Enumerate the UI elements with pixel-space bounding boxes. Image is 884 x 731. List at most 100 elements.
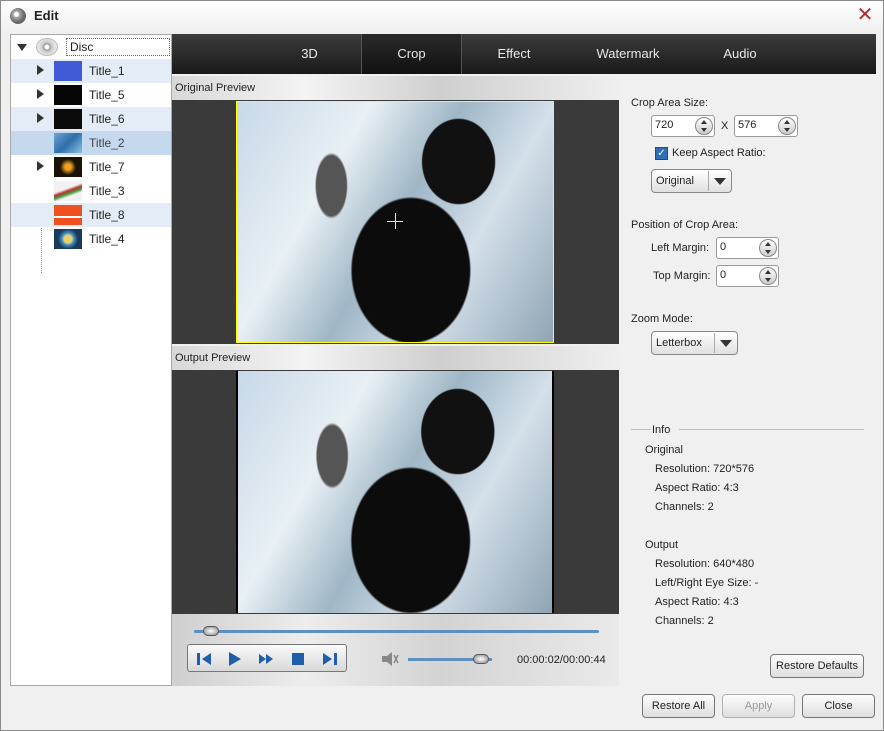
info-divider-right xyxy=(679,429,864,430)
aspect-ratio-select[interactable]: Original xyxy=(651,169,732,193)
restore-all-button[interactable]: Restore All xyxy=(642,694,715,718)
title-thumbnail xyxy=(54,109,82,129)
original-preview-header: Original Preview xyxy=(172,76,619,100)
tree-item-label: Title_6 xyxy=(89,112,125,126)
tab-crop[interactable]: Crop xyxy=(361,34,462,74)
restore-defaults-button[interactable]: Restore Defaults xyxy=(770,654,864,678)
tree-item-label: Title_1 xyxy=(89,64,125,78)
stepper-arrows-icon[interactable] xyxy=(759,239,777,257)
keep-aspect-label: Keep Aspect Ratio: xyxy=(672,147,766,159)
zoom-mode-label: Zoom Mode: xyxy=(631,313,693,325)
crop-width-stepper[interactable]: 720 xyxy=(651,115,715,137)
title-tree[interactable]: Disc Title_1 Title_5 Title_6 Title_2 Tit… xyxy=(10,34,172,686)
tab-effect[interactable]: Effect xyxy=(464,34,564,74)
info-output-eye-size: Left/Right Eye Size: - xyxy=(655,577,759,589)
title-bar: Edit ✕ xyxy=(1,1,883,31)
crop-settings-panel: Crop Area Size: 720 X 576 ✓ Keep Aspect … xyxy=(619,74,876,686)
info-divider-left xyxy=(631,429,651,430)
tree-item-label: Title_8 xyxy=(89,208,125,222)
tree-item-title-6[interactable]: Title_6 xyxy=(11,107,171,131)
info-original-resolution: Resolution: 720*576 xyxy=(655,463,755,475)
window-title: Edit xyxy=(34,8,59,23)
title-thumbnail xyxy=(54,205,82,225)
chevron-down-icon[interactable] xyxy=(714,333,736,353)
next-frame-icon[interactable] xyxy=(320,650,340,668)
disc-icon xyxy=(36,38,58,56)
tree-item-title-4[interactable]: Title_4 xyxy=(11,227,171,251)
title-thumbnail xyxy=(54,229,82,249)
crop-height-value: 576 xyxy=(738,119,757,131)
top-margin-label: Top Margin: xyxy=(653,270,711,282)
expand-arrow-icon[interactable] xyxy=(37,89,44,99)
previous-frame-icon[interactable] xyxy=(194,650,214,668)
stepper-arrows-icon[interactable] xyxy=(778,117,796,135)
tree-item-title-3[interactable]: Title_3 xyxy=(11,179,171,203)
expand-arrow-icon[interactable] xyxy=(37,161,44,171)
left-margin-stepper[interactable]: 0 xyxy=(716,237,779,259)
tree-root-disc[interactable]: Disc xyxy=(11,35,171,59)
info-output-title: Output xyxy=(645,539,679,551)
tree-item-title-5[interactable]: Title_5 xyxy=(11,83,171,107)
position-label: Position of Crop Area: xyxy=(631,219,739,231)
tree-root-label: Disc xyxy=(66,38,170,56)
volume-icon[interactable] xyxy=(380,650,400,668)
title-thumbnail xyxy=(54,157,82,177)
stop-icon[interactable] xyxy=(288,650,308,668)
output-preview xyxy=(172,370,619,614)
tab-3d[interactable]: 3D xyxy=(262,34,357,74)
stepper-arrows-icon[interactable] xyxy=(695,117,713,135)
playback-controls: 00:00:02/00:00:44 xyxy=(172,614,619,686)
keep-aspect-checkbox[interactable]: ✓ xyxy=(655,147,668,160)
tree-item-label: Title_7 xyxy=(89,160,125,174)
tree-item-title-2[interactable]: Title_2 xyxy=(11,131,171,155)
title-thumbnail xyxy=(54,181,82,201)
info-original-title: Original xyxy=(645,444,683,456)
top-margin-stepper[interactable]: 0 xyxy=(716,265,779,287)
expand-arrow-icon[interactable] xyxy=(37,113,44,123)
tree-item-title-8[interactable]: Title_8 xyxy=(11,203,171,227)
info-output-resolution: Resolution: 640*480 xyxy=(655,558,755,570)
collapse-arrow-icon[interactable] xyxy=(17,44,27,51)
crop-height-stepper[interactable]: 576 xyxy=(734,115,798,137)
output-preview-header: Output Preview xyxy=(172,346,619,370)
crop-size-separator: X xyxy=(721,120,729,132)
timecode: 00:00:02/00:00:44 xyxy=(517,654,606,666)
close-button[interactable]: Close xyxy=(802,694,875,718)
original-preview xyxy=(172,100,619,344)
top-margin-value: 0 xyxy=(720,269,727,281)
chevron-down-icon[interactable] xyxy=(708,171,730,191)
tree-item-title-7[interactable]: Title_7 xyxy=(11,155,171,179)
fast-forward-icon[interactable] xyxy=(256,650,276,668)
app-icon xyxy=(10,8,26,24)
aspect-ratio-value: Original xyxy=(656,175,694,187)
output-video-frame xyxy=(236,371,554,613)
stepper-arrows-icon[interactable] xyxy=(759,267,777,285)
expand-arrow-icon[interactable] xyxy=(37,65,44,75)
crop-width-value: 720 xyxy=(655,119,674,131)
volume-handle[interactable] xyxy=(473,654,489,664)
tab-audio[interactable]: Audio xyxy=(692,34,788,74)
left-margin-label: Left Margin: xyxy=(651,242,710,254)
close-window-icon[interactable]: ✕ xyxy=(855,5,875,25)
tree-item-title-1[interactable]: Title_1 xyxy=(11,59,171,83)
apply-button[interactable]: Apply xyxy=(722,694,795,718)
tree-item-label: Title_3 xyxy=(89,184,125,198)
play-icon[interactable] xyxy=(224,650,244,668)
seek-handle[interactable] xyxy=(203,626,219,636)
tab-watermark[interactable]: Watermark xyxy=(566,34,690,74)
zoom-mode-select[interactable]: Letterbox xyxy=(651,331,738,355)
info-output-aspect: Aspect Ratio: 4:3 xyxy=(655,596,739,608)
left-margin-value: 0 xyxy=(720,241,727,253)
seek-bar[interactable] xyxy=(194,630,599,633)
title-thumbnail xyxy=(54,85,82,105)
tab-bar: 3D Crop Effect Watermark Audio xyxy=(172,34,876,74)
info-original-aspect: Aspect Ratio: 4:3 xyxy=(655,482,739,494)
crop-center-marker-vertical[interactable] xyxy=(395,213,396,229)
title-thumbnail xyxy=(54,133,82,153)
zoom-mode-value: Letterbox xyxy=(656,337,702,349)
tree-item-label: Title_5 xyxy=(89,88,125,102)
tree-item-label: Title_2 xyxy=(89,136,125,150)
transport-buttons xyxy=(187,644,347,672)
info-original-channels: Channels: 2 xyxy=(655,501,714,513)
info-header: Info xyxy=(652,424,671,436)
